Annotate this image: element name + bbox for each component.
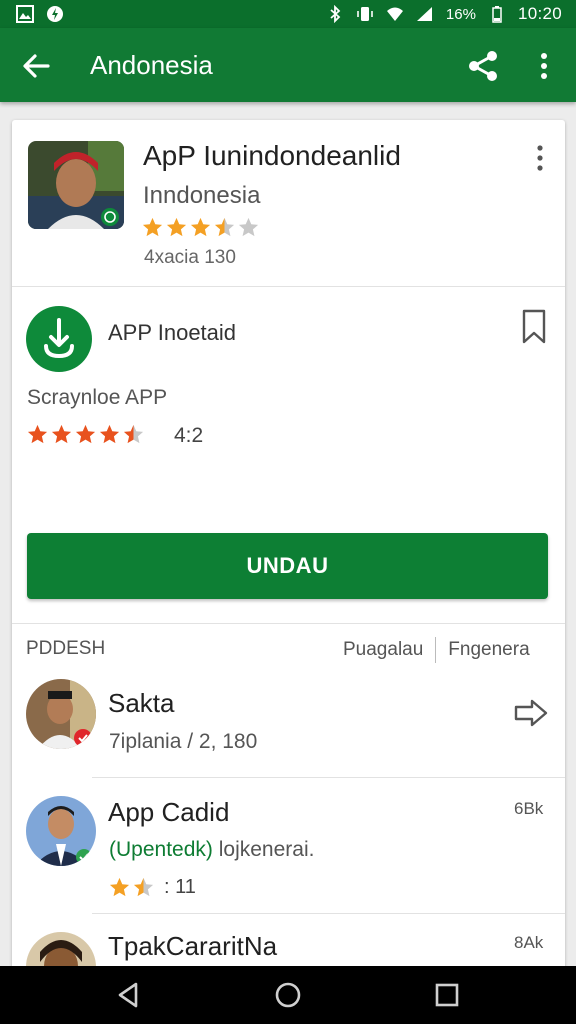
navigation-bar [0,966,576,1024]
list-header-filters: Puagalau Fngenera [343,637,530,663]
shield-icon [47,6,63,22]
back-arrow-icon[interactable] [20,50,52,82]
app-detail-card: ApP Iunindondeanlid Inndonesia 4xacia 13… [12,120,565,980]
nav-home-icon[interactable] [273,980,303,1010]
divider [92,913,565,914]
list-item-title[interactable]: TpakCararitNa [108,931,277,962]
wifi-icon [386,7,403,21]
overflow-menu-icon[interactable] [532,144,548,172]
star-icon [75,424,96,443]
gallery-icon [16,5,34,23]
filter-tab-a[interactable]: Puagalau [343,639,423,661]
nav-back-icon[interactable] [114,980,144,1010]
list-item-subtitle: (Upentedk) lojkenerai. [109,838,314,862]
divider [12,286,565,287]
download-icon[interactable] [26,306,92,372]
battery-icon [492,6,502,23]
header-rating-count: 4xacia 130 [144,247,236,268]
bookmark-icon[interactable] [520,309,548,345]
more-vert-icon[interactable] [532,50,556,82]
header-rating-stars [141,216,260,240]
list-item-title[interactable]: Sakta [108,688,175,719]
install-rating-stars [26,422,145,446]
star-icon [142,217,163,237]
list-item-subtitle: 7iplania / 2, 180 [109,730,258,753]
list-item-rating-value: : 11 [164,876,196,898]
star-icon [123,424,144,443]
star-icon [27,424,48,443]
bluetooth-icon [330,5,341,23]
primary-action-button[interactable]: UNDAU [27,533,548,599]
app-title: Andonesia [90,50,213,80]
star-icon [99,424,120,443]
nav-recents-icon[interactable] [432,980,462,1010]
star-icon [190,217,211,237]
share-icon[interactable] [466,49,500,83]
list-item-subtitle-rest: lojkenerai. [212,838,315,861]
divider [12,623,565,624]
star-icon [109,877,130,897]
install-title: APP Inoetaid [108,320,237,345]
filter-tab-b[interactable]: Fngenera [448,639,529,661]
star-icon [166,217,187,237]
list-item-rating-stars [108,876,155,900]
install-subtitle: Scraynloe APP [27,386,168,409]
app-subtitle: Inndonesia [143,182,261,209]
status-time: 10:20 [517,4,562,23]
list-item-subtitle-highlight: (Upentedk) [109,838,213,861]
status-bar: 16% 10:20 [0,0,576,28]
list-item-avatar[interactable] [26,796,96,866]
star-icon [51,424,72,443]
list-item-title[interactable]: App Cadid [108,797,229,828]
app-avatar [28,141,124,229]
list-item-size: 6Bk [514,799,544,818]
star-icon [133,877,154,897]
app-title-heading: ApP Iunindondeanlid [143,140,401,171]
divider [92,777,565,778]
list-item-avatar[interactable] [26,679,96,749]
vibrate-icon [357,7,373,21]
install-rating-value: 4:2 [174,424,204,447]
star-icon [214,217,235,237]
forward-arrow-icon[interactable] [514,699,548,727]
battery-percent: 16% [445,5,476,23]
list-item-size: 8Ak [514,933,544,952]
filter-separator [435,637,437,663]
list-header-label: PDDESH [26,638,106,659]
signal-icon [416,7,432,21]
app-bar: Andonesia [0,28,576,102]
star-icon [238,217,259,237]
